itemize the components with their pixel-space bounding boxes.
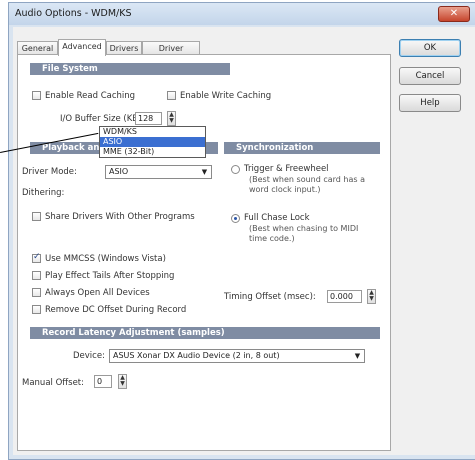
spin-down-icon[interactable]: ▼ [119,381,126,387]
tab-general[interactable]: General [17,41,58,55]
cancel-button[interactable]: Cancel [399,67,461,85]
play-effect-tails-label: Play Effect Tails After Stopping [45,271,175,281]
enable-read-caching-checkbox[interactable] [32,91,41,100]
device-label: Device: [73,351,105,361]
timing-offset-label: Timing Offset (msec): [224,292,316,302]
chevron-down-icon[interactable]: ▼ [198,166,211,178]
enable-write-caching-label: Enable Write Caching [180,91,272,101]
synchronization-header: Synchronization [224,142,380,154]
chevron-down-icon[interactable]: ▼ [351,350,364,362]
tab-driver-profiles[interactable]: Driver Profiles [142,41,200,66]
dithering-label: Dithering: [22,188,65,198]
close-button[interactable]: ✕ [438,6,470,22]
ok-button[interactable]: OK [399,39,461,57]
timing-offset-field[interactable]: 0.000 [327,290,362,303]
latency-device-value: ASUS Xonar DX Audio Device (2 in, 8 out) [113,351,280,360]
file-system-header: File System [30,63,230,75]
play-effect-tails-checkbox[interactable] [32,271,41,280]
window-title: Audio Options - WDM/KS [15,8,132,19]
full-chase-lock-label: Full Chase Lock [244,213,310,223]
enable-write-caching-checkbox[interactable] [167,91,176,100]
trigger-freewheel-label: Trigger & Freewheel [244,164,329,174]
dropdown-option-mme[interactable]: MME (32-Bit) [100,147,205,157]
share-drivers-label: Share Drivers With Other Programs [45,212,195,222]
spin-down-icon[interactable]: ▼ [368,296,375,302]
io-buffer-size-spinner[interactable]: ▲ ▼ [167,111,176,126]
driver-mode-dropdown-list: WDM/KS ASIO MME (32-Bit) [99,126,206,158]
remove-dc-offset-label: Remove DC Offset During Record [45,305,187,315]
audio-options-dialog: Audio Options - WDM/KS ✕ General Advance… [8,2,475,460]
dialog-client: General Advanced Drivers Driver Profiles… [13,27,475,455]
full-chase-lock-desc: (Best when chasing to MIDI time code.) [249,224,359,243]
title-bar: Audio Options - WDM/KS ✕ [9,3,475,25]
latency-device-select[interactable]: ASUS Xonar DX Audio Device (2 in, 8 out)… [109,349,365,363]
full-chase-lock-radio[interactable] [231,214,240,223]
record-latency-header: Record Latency Adjustment (samples) [30,327,380,339]
trigger-freewheel-desc: (Best when sound card has a word clock i… [249,175,366,194]
driver-mode-value: ASIO [109,167,129,176]
driver-mode-select[interactable]: ASIO ▼ [105,165,212,179]
timing-offset-spinner[interactable]: ▲ ▼ [367,289,376,304]
tab-drivers[interactable]: Drivers [106,41,142,55]
advanced-panel: File System Enable Read Caching Enable W… [17,54,391,451]
always-open-devices-label: Always Open All Devices [45,288,150,298]
io-buffer-size-label: I/O Buffer Size (KB): [60,114,145,124]
use-mmcss-checkbox[interactable] [32,252,41,263]
dropdown-option-asio[interactable]: ASIO [100,137,205,147]
use-mmcss-label: Use MMCSS (Windows Vista) [45,254,166,264]
remove-dc-offset-checkbox[interactable] [32,305,41,314]
driver-mode-label: Driver Mode: [22,167,77,177]
spin-down-icon[interactable]: ▼ [168,118,175,124]
dropdown-option-wdm-ks[interactable]: WDM/KS [100,127,205,137]
trigger-freewheel-radio[interactable] [231,165,240,174]
manual-offset-spinner[interactable]: ▲ ▼ [118,374,127,389]
manual-offset-field[interactable]: 0 [94,375,112,388]
always-open-devices-checkbox[interactable] [32,288,41,297]
tab-advanced[interactable]: Advanced [58,39,106,56]
manual-offset-label: Manual Offset: [22,378,84,388]
help-button[interactable]: Help [399,94,461,112]
enable-read-caching-label: Enable Read Caching [45,91,136,101]
io-buffer-size-field[interactable]: 128 [135,112,162,125]
share-drivers-checkbox[interactable] [32,212,41,221]
